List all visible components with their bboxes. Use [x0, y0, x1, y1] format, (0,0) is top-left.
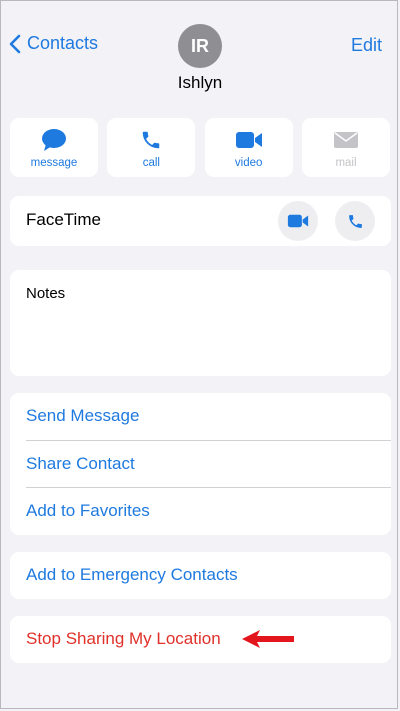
- stop-sharing-location-button[interactable]: Stop Sharing My Location: [10, 616, 391, 663]
- mail-label: mail: [335, 157, 357, 169]
- notes-field[interactable]: Notes: [10, 270, 391, 376]
- back-label: Contacts: [27, 33, 99, 53]
- mail-button[interactable]: mail: [301, 118, 390, 177]
- call-label: call: [142, 157, 160, 169]
- contact-name: Ishlyn: [177, 73, 223, 92]
- notes-label: Notes: [26, 285, 66, 302]
- emergency-section: Add to Emergency Contacts: [10, 552, 391, 599]
- send-message-label: Send Message: [26, 406, 140, 425]
- video-icon: [287, 214, 309, 228]
- add-to-favorites-button[interactable]: Add to Favorites: [10, 488, 391, 535]
- add-to-favorites-label: Add to Favorites: [26, 501, 150, 520]
- message-icon: [42, 129, 66, 151]
- message-label: message: [30, 157, 78, 169]
- video-button[interactable]: video: [204, 118, 293, 177]
- add-to-emergency-contacts-label: Add to Emergency Contacts: [26, 565, 238, 584]
- stop-sharing-location-label: Stop Sharing My Location: [26, 629, 221, 648]
- facetime-video-button[interactable]: [278, 201, 318, 241]
- phone-icon: [348, 214, 362, 228]
- share-contact-label: Share Contact: [26, 454, 135, 473]
- mail-icon: [333, 132, 358, 148]
- video-icon: [235, 132, 262, 148]
- location-section: Stop Sharing My Location: [10, 616, 391, 663]
- back-button[interactable]: Contacts: [9, 33, 98, 54]
- add-to-emergency-contacts-button[interactable]: Add to Emergency Contacts: [10, 552, 391, 599]
- message-button[interactable]: message: [10, 118, 98, 177]
- facetime-row: FaceTime: [10, 196, 391, 246]
- phone-icon: [143, 131, 160, 149]
- send-message-button[interactable]: Send Message: [10, 393, 391, 440]
- red-arrow-annotation: [242, 630, 294, 648]
- share-contact-button[interactable]: Share Contact: [10, 441, 391, 488]
- avatar: IR: [178, 24, 222, 68]
- action-buttons: message call video mail: [10, 118, 390, 177]
- options-list: Send Message Share Contact Add to Favori…: [10, 393, 391, 535]
- facetime-label: FaceTime: [26, 210, 101, 229]
- facetime-audio-button[interactable]: [335, 201, 375, 241]
- chevron-left-icon: [9, 34, 21, 53]
- edit-button[interactable]: Edit: [351, 35, 382, 56]
- call-button[interactable]: call: [107, 118, 196, 177]
- video-label: video: [234, 157, 263, 169]
